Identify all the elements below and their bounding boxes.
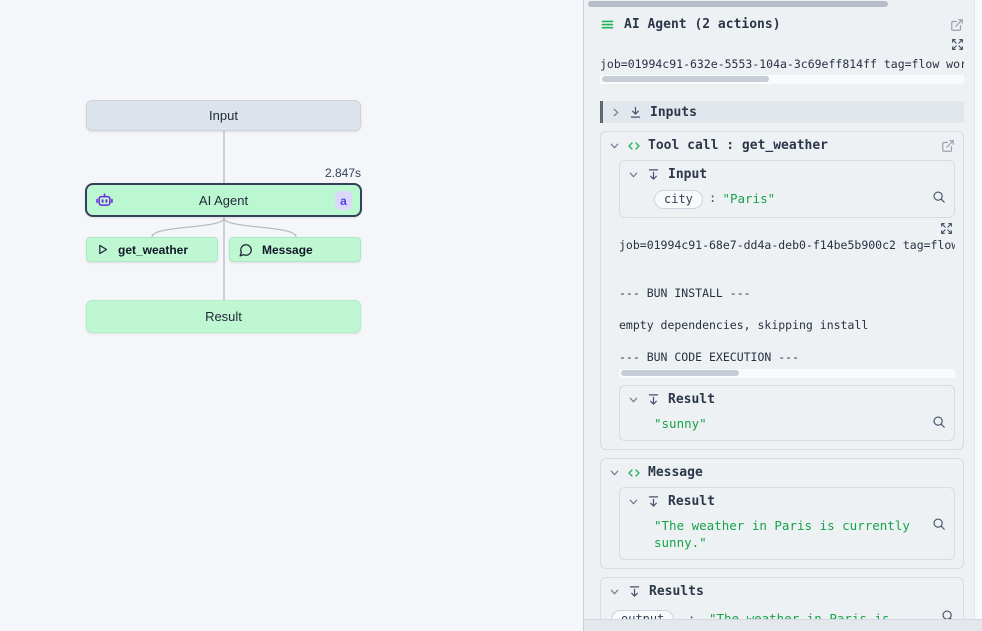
section-inputs-toggle[interactable]: Inputs [600, 101, 964, 123]
run-details-panel: AI Agent (2 actions) job=01994c91-632e-5… [584, 0, 982, 631]
search-icon[interactable] [932, 190, 946, 204]
chevron-down-icon [609, 467, 620, 478]
chevron-right-icon [610, 107, 621, 118]
menu-icon [600, 17, 615, 32]
robot-icon [96, 192, 113, 209]
scrollbar-thumb[interactable] [621, 370, 739, 376]
panel-vertical-scrollbar[interactable] [974, 0, 982, 619]
tool-call-log: job=01994c91-68e7-dd4a-deb0-f14be5b900c2… [619, 237, 955, 365]
node-tool-get-weather[interactable]: get_weather [86, 237, 218, 262]
result-toggle[interactable]: Result [628, 392, 946, 407]
chevron-down-icon [609, 140, 620, 151]
scrollbar-thumb[interactable] [588, 1, 888, 7]
search-icon[interactable] [932, 415, 946, 429]
section-tool-call: Tool call : get_weather Input city : "Pa… [600, 131, 964, 450]
tool-call-input-box: Input city : "Paris" [619, 160, 955, 218]
import-icon [628, 585, 641, 598]
code-icon [628, 140, 640, 152]
chevron-down-icon [628, 496, 639, 507]
chevron-down-icon [628, 169, 639, 180]
input-key-badge: city [654, 190, 703, 209]
node-tool-label: Message [262, 243, 313, 257]
search-icon[interactable] [932, 517, 946, 531]
message-bubble-icon [239, 243, 253, 257]
expand-icon[interactable] [940, 222, 953, 235]
message-header[interactable]: Message [609, 465, 955, 480]
download-icon [629, 106, 642, 119]
external-link-icon[interactable] [950, 18, 964, 32]
results-output-row: output : "The weather in Paris is curren… [611, 608, 955, 619]
input-toggle[interactable]: Input [628, 167, 946, 182]
section-results: Results output : "The weather in Paris i… [600, 577, 964, 619]
search-icon[interactable] [941, 609, 955, 619]
input-label: Input [668, 167, 707, 182]
node-input[interactable]: Input [86, 100, 361, 131]
result-label: Result [668, 392, 715, 407]
panel-title: AI Agent (2 actions) [624, 17, 941, 32]
node-result-label: Result [205, 309, 242, 324]
agent-job-log-line: job=01994c91-632e-5553-104a-3c69eff814ff… [600, 57, 964, 71]
panel-bottom-strip [584, 619, 982, 631]
agent-id-badge: a [335, 191, 352, 210]
node-input-label: Input [209, 108, 238, 123]
scrollbar-thumb[interactable] [602, 76, 769, 82]
message-result-box: Result "The weather in Paris is currentl… [619, 487, 955, 560]
key-value-separator: : [703, 190, 723, 205]
panel-horizontal-scrollbar[interactable] [584, 0, 974, 8]
tool-call-log-block: job=01994c91-68e7-dd4a-deb0-f14be5b900c2… [619, 237, 955, 378]
import-icon [647, 168, 660, 181]
results-label: Results [649, 584, 704, 599]
section-inputs-label: Inputs [650, 105, 697, 120]
message-title: Message [648, 465, 955, 480]
play-icon [96, 243, 109, 256]
key-value-separator: : [682, 611, 702, 619]
node-tool-label: get_weather [118, 243, 188, 257]
tool-call-header[interactable]: Tool call : get_weather [609, 138, 955, 153]
node-ai-agent[interactable]: AI Agent a [85, 183, 362, 217]
message-result-value: "The weather in Paris is currently sunny… [654, 517, 932, 551]
tool-call-result-box: Result "sunny" [619, 385, 955, 441]
node-tool-message[interactable]: Message [229, 237, 361, 262]
flow-run-viewer: Input 2.847s AI Agent a get_weather Mess… [0, 0, 982, 631]
log-horizontal-scrollbar[interactable] [619, 369, 955, 378]
tool-call-result-value: "sunny" [654, 415, 932, 432]
import-icon [647, 495, 660, 508]
expand-icon[interactable] [951, 38, 964, 51]
panel-scroll-area: AI Agent (2 actions) job=01994c91-632e-5… [584, 0, 974, 619]
agent-duration-label: 2.847s [261, 166, 361, 180]
chevron-down-icon [628, 394, 639, 405]
input-value: "Paris" [722, 190, 932, 207]
flow-canvas[interactable]: Input 2.847s AI Agent a get_weather Mess… [0, 0, 583, 631]
results-toggle[interactable]: Results [609, 584, 955, 599]
chevron-down-icon [609, 586, 620, 597]
output-key-badge: output [611, 610, 674, 619]
code-icon [628, 467, 640, 479]
result-label: Result [668, 494, 715, 509]
result-toggle[interactable]: Result [628, 494, 946, 509]
node-result[interactable]: Result [86, 300, 361, 333]
tool-call-title: Tool call : get_weather [648, 138, 933, 153]
section-message: Message Result "The weather in Paris is … [600, 458, 964, 569]
log-horizontal-scrollbar[interactable] [600, 75, 964, 84]
external-link-icon[interactable] [941, 139, 955, 153]
node-ai-agent-label: AI Agent [87, 193, 360, 208]
import-icon [647, 393, 660, 406]
